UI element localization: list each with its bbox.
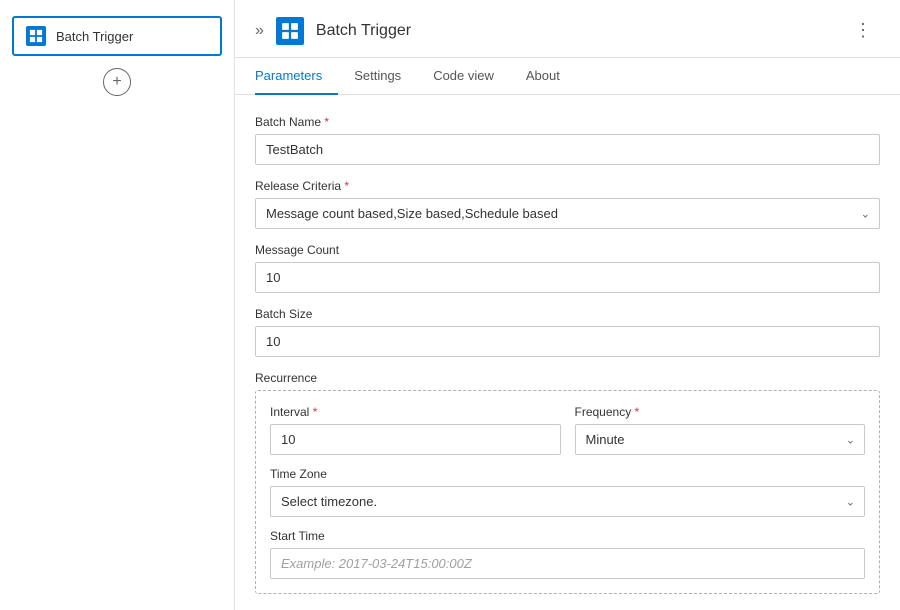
batch-name-label: Batch Name *: [255, 115, 880, 129]
form-area: Batch Name * Release Criteria * Message …: [235, 95, 900, 610]
sidebar: Batch Trigger +: [0, 0, 235, 610]
start-time-input[interactable]: [270, 548, 865, 579]
frequency-label: Frequency *: [575, 405, 866, 419]
header: » Batch Trigger ⋮: [235, 0, 900, 58]
recurrence-box: Interval * Frequency * Minute Hour D: [255, 390, 880, 594]
release-criteria-select[interactable]: Message count based,Size based,Schedule …: [255, 198, 880, 229]
release-criteria-field: Release Criteria * Message count based,S…: [255, 179, 880, 229]
tab-about[interactable]: About: [510, 58, 576, 95]
recurrence-label: Recurrence: [255, 371, 880, 385]
batch-name-input[interactable]: [255, 134, 880, 165]
frequency-select[interactable]: Minute Hour Day Week Month: [575, 424, 866, 455]
add-button[interactable]: +: [103, 68, 131, 96]
frequency-wrapper: Minute Hour Day Week Month ⌄: [575, 424, 866, 455]
message-count-input[interactable]: [255, 262, 880, 293]
sidebar-item-batch-trigger[interactable]: Batch Trigger: [12, 16, 222, 56]
batch-size-field: Batch Size: [255, 307, 880, 357]
add-icon: +: [112, 73, 121, 91]
more-options-icon[interactable]: ⋮: [846, 16, 880, 45]
start-time-field: Start Time: [270, 529, 865, 579]
release-criteria-label: Release Criteria *: [255, 179, 880, 193]
interval-input[interactable]: [270, 424, 561, 455]
header-icon: [276, 17, 304, 45]
tab-code-view[interactable]: Code view: [417, 58, 510, 95]
interval-frequency-row: Interval * Frequency * Minute Hour D: [270, 405, 865, 455]
batch-size-input[interactable]: [255, 326, 880, 357]
header-title: Batch Trigger: [316, 22, 834, 40]
main-content: » Batch Trigger ⋮ Parameters Settings Co…: [235, 0, 900, 610]
message-count-label: Message Count: [255, 243, 880, 257]
frequency-field: Frequency * Minute Hour Day Week Month ⌄: [575, 405, 866, 455]
interval-required: *: [313, 405, 318, 419]
batch-trigger-icon: [26, 26, 46, 46]
frequency-required: *: [635, 405, 640, 419]
interval-field: Interval *: [270, 405, 561, 455]
recurrence-section: Recurrence Interval * Frequency *: [255, 371, 880, 594]
release-criteria-required: *: [344, 179, 349, 193]
tab-settings[interactable]: Settings: [338, 58, 417, 95]
message-count-field: Message Count: [255, 243, 880, 293]
timezone-field: Time Zone Select timezone. ⌄: [270, 467, 865, 517]
start-time-label: Start Time: [270, 529, 865, 543]
batch-name-field: Batch Name *: [255, 115, 880, 165]
timezone-select[interactable]: Select timezone.: [270, 486, 865, 517]
sidebar-item-label: Batch Trigger: [56, 29, 133, 44]
release-criteria-wrapper: Message count based,Size based,Schedule …: [255, 198, 880, 229]
timezone-label: Time Zone: [270, 467, 865, 481]
batch-name-required: *: [324, 115, 329, 129]
tab-parameters[interactable]: Parameters: [255, 58, 338, 95]
timezone-wrapper: Select timezone. ⌄: [270, 486, 865, 517]
interval-label: Interval *: [270, 405, 561, 419]
collapse-chevrons[interactable]: »: [255, 22, 264, 40]
batch-size-label: Batch Size: [255, 307, 880, 321]
tabs-bar: Parameters Settings Code view About: [235, 58, 900, 95]
